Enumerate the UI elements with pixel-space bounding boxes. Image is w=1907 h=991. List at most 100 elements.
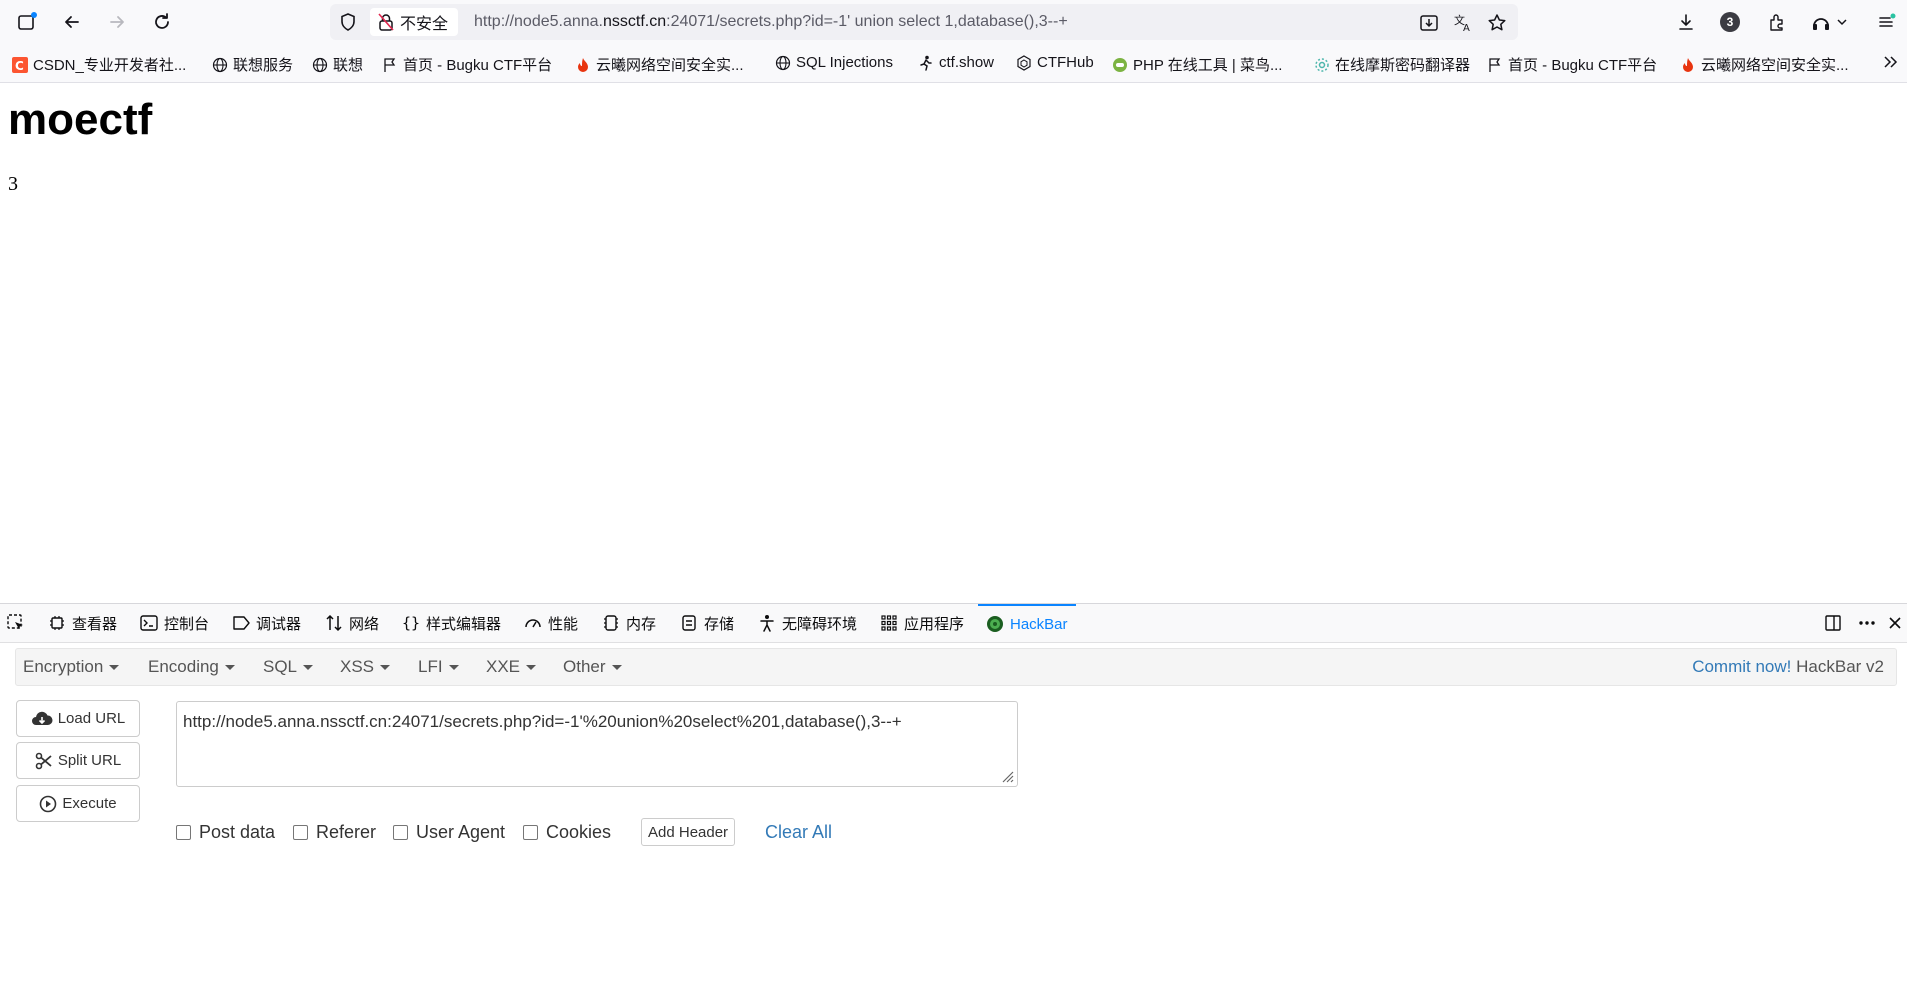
- menu-lfi[interactable]: LFI: [418, 657, 459, 677]
- console-icon: [140, 614, 158, 632]
- bookmark-star-icon[interactable]: [1486, 12, 1508, 34]
- devtools-tabbar: 查看器 控制台 调试器 网络 {} 样式编辑器 性能 内存 存储 无障碍环境 应…: [0, 603, 1907, 643]
- bookmark-item[interactable]: 联想服务: [212, 54, 293, 75]
- referer-option[interactable]: Referer: [293, 822, 376, 843]
- extensions-icon[interactable]: [1763, 8, 1791, 36]
- tab-console[interactable]: 控制台: [140, 604, 209, 642]
- dock-side-icon[interactable]: [1823, 604, 1843, 642]
- menu-sql[interactable]: SQL: [263, 657, 314, 677]
- bookmark-label: 首页 - Bugku CTF平台: [1508, 57, 1658, 74]
- menu-label: Other: [563, 657, 606, 676]
- bookmark-item[interactable]: 联想: [312, 54, 363, 75]
- tab-memory[interactable]: 内存: [602, 604, 656, 642]
- bookmark-label: 联想: [333, 57, 364, 74]
- bookmark-item[interactable]: PHP 在线工具 | 菜鸟...: [1112, 54, 1282, 75]
- translate-icon[interactable]: 文A: [1452, 12, 1474, 34]
- bookmark-item[interactable]: 首页 - Bugku CTF平台: [382, 54, 552, 75]
- insecure-indicator[interactable]: 不安全: [370, 8, 459, 36]
- account-menu-icon[interactable]: [1808, 8, 1854, 36]
- cloud-download-icon: [31, 710, 53, 728]
- tab-inspector[interactable]: 查看器: [48, 604, 117, 642]
- commit-area: Commit now! HackBar v2: [1692, 657, 1884, 677]
- user-agent-checkbox[interactable]: [393, 825, 408, 840]
- inspector-icon: [48, 614, 66, 632]
- bookmark-label: ctf.show: [939, 54, 995, 71]
- svg-text:{}: {}: [402, 614, 420, 632]
- menu-other[interactable]: Other: [563, 657, 622, 677]
- gear-flower-icon: [1314, 57, 1330, 73]
- bookmark-item[interactable]: 首页 - Bugku CTF平台: [1487, 54, 1657, 75]
- tab-label: 查看器: [72, 615, 118, 633]
- tab-application[interactable]: 应用程序: [880, 604, 964, 642]
- play-circle-icon: [39, 795, 57, 813]
- tab-network[interactable]: 网络: [325, 604, 379, 642]
- tab-accessibility[interactable]: 无障碍环境: [758, 604, 857, 642]
- svg-text:A: A: [1463, 23, 1470, 33]
- referer-checkbox[interactable]: [293, 825, 308, 840]
- bookmark-item[interactable]: SQL Injections: [775, 54, 893, 71]
- bookmark-item[interactable]: CTFHub: [1016, 54, 1094, 71]
- insecure-lock-icon: [378, 13, 394, 31]
- tab-performance[interactable]: 性能: [524, 604, 578, 642]
- hackbar-url-textarea[interactable]: http://node5.anna.nssctf.cn:24071/secret…: [176, 701, 1018, 787]
- menu-xxe[interactable]: XXE: [486, 657, 537, 677]
- app-menu-icon[interactable]: [1872, 8, 1900, 36]
- more-options-icon[interactable]: [1857, 604, 1877, 642]
- menu-label: LFI: [418, 657, 443, 676]
- bookmark-item[interactable]: 云曦网络空间安全实...: [1680, 54, 1849, 75]
- downloads-icon[interactable]: [1672, 8, 1700, 36]
- browser-toolbar: 不安全 http://node5.anna.nssctf.cn:24071/se…: [0, 0, 1907, 44]
- accessibility-icon: [758, 614, 776, 632]
- execute-label: Execute: [62, 795, 117, 812]
- bookmark-item[interactable]: 云曦网络空间安全实...: [575, 54, 744, 75]
- menu-label: XSS: [340, 657, 375, 676]
- bookmark-item[interactable]: 在线摩斯密码翻译器: [1314, 54, 1470, 75]
- tab-label: 样式编辑器: [426, 615, 502, 633]
- menu-encoding[interactable]: Encoding: [148, 657, 235, 677]
- tab-label: 控制台: [164, 615, 210, 633]
- post-data-checkbox[interactable]: [176, 825, 191, 840]
- commit-now-link[interactable]: Commit now!: [1692, 657, 1791, 676]
- tab-overview-icon[interactable]: [13, 8, 41, 36]
- tab-hackbar[interactable]: HackBar: [978, 604, 1076, 642]
- back-icon[interactable]: [58, 8, 86, 36]
- execute-button[interactable]: Execute: [16, 785, 140, 822]
- save-page-icon[interactable]: [1418, 12, 1440, 34]
- bookmark-label: 在线摩斯密码翻译器: [1335, 57, 1471, 74]
- user-agent-option[interactable]: User Agent: [393, 822, 505, 843]
- bookmark-label: 云曦网络空间安全实...: [596, 57, 744, 74]
- tracking-shield-icon[interactable]: [338, 12, 358, 32]
- bookmark-item[interactable]: C CSDN_专业开发者社...: [12, 54, 186, 75]
- tab-label: 无障碍环境: [782, 615, 858, 633]
- csdn-icon: C: [12, 56, 28, 73]
- menu-label: XXE: [486, 657, 521, 676]
- element-picker-icon[interactable]: [6, 604, 26, 642]
- clear-all-link[interactable]: Clear All: [765, 822, 832, 843]
- downloads-count-badge[interactable]: 3: [1720, 12, 1740, 32]
- tab-style-editor[interactable]: {} 样式编辑器: [402, 604, 501, 642]
- bookmarks-overflow-icon[interactable]: [1882, 54, 1898, 70]
- menu-encryption[interactable]: Encryption: [23, 657, 120, 677]
- application-grid-icon: [880, 614, 898, 632]
- scissors-icon: [35, 752, 53, 770]
- menu-xss[interactable]: XSS: [340, 657, 391, 677]
- reload-icon[interactable]: [148, 8, 176, 36]
- address-bar[interactable]: 不安全 http://node5.anna.nssctf.cn:24071/se…: [330, 4, 1518, 40]
- tab-debugger[interactable]: 调试器: [232, 604, 301, 642]
- split-url-button[interactable]: Split URL: [16, 742, 140, 779]
- close-devtools-icon[interactable]: [1887, 604, 1903, 642]
- tab-storage[interactable]: 存储: [680, 604, 734, 642]
- bookmark-item[interactable]: ctf.show: [918, 54, 994, 71]
- add-header-button[interactable]: Add Header: [641, 818, 736, 846]
- post-data-option[interactable]: Post data: [176, 822, 275, 843]
- cookies-option[interactable]: Cookies: [523, 822, 611, 843]
- cookies-checkbox[interactable]: [523, 825, 538, 840]
- bookmark-label: 首页 - Bugku CTF平台: [403, 57, 553, 74]
- forward-icon[interactable]: [103, 8, 131, 36]
- url-text[interactable]: http://node5.anna.nssctf.cn:24071/secret…: [474, 13, 1068, 31]
- caret-down-icon: [448, 665, 459, 671]
- load-url-button[interactable]: Load URL: [16, 700, 140, 737]
- split-url-label: Split URL: [57, 752, 122, 769]
- bookmark-label: CTFHub: [1037, 54, 1094, 71]
- textarea-resize-icon[interactable]: [1000, 769, 1014, 783]
